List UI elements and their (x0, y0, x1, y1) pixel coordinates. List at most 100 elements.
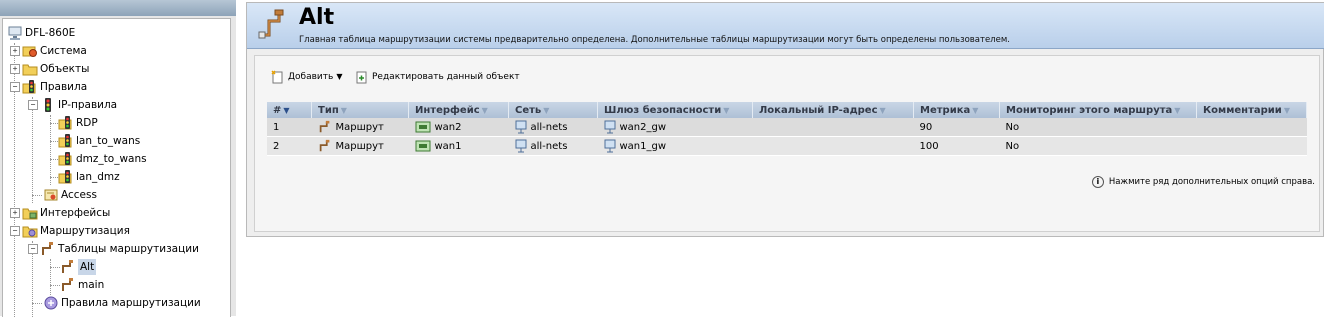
expand-toggle[interactable]: + (10, 64, 20, 74)
cell-gateway-label: wan1_gw (619, 141, 667, 152)
navigation-tree: DFL-860E + Система + Объекты − Правила −… (2, 18, 231, 317)
tree-item-label: Правила маршрутизации (61, 297, 201, 309)
tree-item-rules[interactable]: − Правила (10, 79, 87, 95)
edit-document-icon (356, 71, 367, 84)
tree-item-access[interactable]: Access (43, 187, 97, 203)
column-header-monitor[interactable]: Мониторинг этого маршрута ▼ (999, 102, 1197, 118)
table-row[interactable]: 1 Маршрут wan2 all-nets wan2_gw 90 No (267, 118, 1307, 137)
tree-item-label: Объекты (40, 63, 90, 75)
route-icon (42, 242, 53, 255)
gear-folder-icon (22, 46, 37, 57)
page-title: Alt (299, 5, 335, 30)
info-icon: i (1091, 176, 1104, 188)
new-document-icon (271, 70, 283, 84)
tree-item-alt[interactable]: Alt (60, 259, 97, 275)
column-label: Метрика (920, 104, 971, 116)
collapse-toggle[interactable]: − (28, 100, 38, 110)
cell-type-label: Маршрут (335, 122, 384, 133)
cell-network: all-nets (508, 136, 598, 156)
tree-item-routing-tables[interactable]: − Таблицы маршрутизации (28, 241, 199, 257)
page-header: Alt Главная таблица маршрутизации систем… (247, 3, 1324, 49)
ethernet-port-icon (415, 121, 430, 133)
column-header-gateway[interactable]: Шлюз безопасности ▼ (597, 102, 753, 118)
tree-item-lan-to-wans[interactable]: lan_to_wans (58, 133, 140, 149)
tree-item-rdp[interactable]: RDP (58, 115, 98, 131)
network-object-icon (604, 139, 615, 153)
column-label: Комментарии (1203, 104, 1282, 116)
tree-root-device[interactable]: DFL-860E (7, 25, 75, 41)
route-icon (258, 9, 284, 39)
cell-gateway: wan2_gw (597, 118, 753, 137)
cell-monitor: No (999, 118, 1197, 137)
table-row[interactable]: 2 Маршрут wan1 all-nets wan1_gw 100 No (267, 136, 1307, 156)
tree-item-interfaces[interactable]: + Интерфейсы (10, 205, 110, 221)
main-panel: Добавить ▼ Редактировать данный объект #… (254, 55, 1320, 232)
navigation-panel-titlebar (0, 0, 236, 16)
cell-monitor: No (999, 136, 1197, 156)
sort-icon: ▼ (1174, 105, 1181, 115)
cell-number: 1 (267, 118, 312, 137)
expand-toggle[interactable]: + (10, 208, 20, 218)
tree-item-label: dmz_to_wans (76, 153, 147, 165)
tree-item-objects[interactable]: + Объекты (10, 61, 89, 77)
cell-gateway-label: wan2_gw (619, 122, 667, 133)
cell-comment (1196, 136, 1307, 156)
tree-item-label: IP-правила (58, 99, 118, 111)
tree-item-label: Таблицы маршрутизации (58, 243, 199, 255)
hint-text: Нажмите ряд дополнительных опций справа. (1108, 177, 1315, 187)
add-button[interactable]: Добавить ▼ (271, 69, 342, 85)
tree-item-lan-dmz[interactable]: lan_dmz (58, 169, 120, 185)
route-icon (62, 278, 73, 291)
expand-toggle[interactable]: + (10, 46, 20, 56)
collapse-toggle[interactable]: − (28, 244, 38, 254)
route-icon (62, 260, 73, 273)
collapse-toggle[interactable]: − (10, 226, 20, 236)
routing-folder-icon (22, 226, 38, 238)
column-label: Сеть (515, 104, 542, 116)
tree-item-label: Интерфейсы (40, 207, 111, 219)
sort-icon: ▼ (481, 105, 488, 115)
column-label: Мониторинг этого маршрута (1006, 104, 1173, 116)
cell-comment (1196, 118, 1307, 137)
column-header-comments[interactable]: Комментарии ▼ (1196, 102, 1307, 118)
tree-item-label: lan_to_wans (76, 135, 141, 147)
collapse-toggle[interactable]: − (10, 82, 20, 92)
tree-item-routing[interactable]: − Маршрутизация (10, 223, 130, 239)
sort-icon: ▼ (723, 105, 730, 115)
certificate-icon (44, 189, 58, 201)
cell-number: 2 (267, 136, 312, 156)
cell-interface-label: wan1 (434, 141, 462, 152)
route-icon (319, 120, 329, 133)
traffic-light-folder-icon (58, 134, 72, 148)
tree-item-system[interactable]: + Система (10, 43, 87, 59)
cell-gateway: wan1_gw (597, 136, 753, 156)
edit-object-button[interactable]: Редактировать данный объект (355, 69, 520, 85)
tree-item-dmz-to-wans[interactable]: dmz_to_wans (58, 151, 147, 167)
sort-icon: ▼ (1283, 105, 1290, 115)
tree-item-label: lan_dmz (76, 171, 120, 183)
tree-item-main[interactable]: main (60, 277, 104, 293)
column-header-number[interactable]: # ▼ (267, 102, 312, 118)
sort-icon: ▼ (972, 105, 979, 115)
tree-item-routing-rules[interactable]: Правила маршрутизации (43, 295, 201, 311)
column-label: Локальный IP-адрес (759, 104, 878, 116)
column-header-interface[interactable]: Интерфейс ▼ (408, 102, 509, 118)
column-header-local-ip[interactable]: Локальный IP-адрес ▼ (752, 102, 914, 118)
network-object-icon (515, 139, 526, 153)
column-header-metric[interactable]: Метрика ▼ (913, 102, 1000, 118)
cell-network: all-nets (508, 118, 598, 137)
cell-type: Маршрут (311, 136, 409, 156)
content-area: Alt Главная таблица маршрутизации систем… (246, 2, 1324, 237)
tree-item-label: Alt (78, 259, 97, 275)
cell-interface: wan2 (408, 118, 509, 137)
tree-item-ip-rules[interactable]: − IP-правила (28, 97, 117, 113)
tree-item-label: Access (61, 189, 97, 201)
tree-item-label: main (78, 279, 105, 291)
routes-table: # ▼ Тип ▼ Интерфейс ▼ Сеть ▼ Шлюз безопаснос… (267, 102, 1307, 156)
navigation-panel: DFL-860E + Система + Объекты − Правила −… (0, 0, 236, 317)
tree-item-label: Маршрутизация (40, 225, 130, 237)
cell-local-ip (752, 136, 914, 156)
column-header-network[interactable]: Сеть ▼ (508, 102, 598, 118)
add-button-label: Добавить (288, 72, 334, 82)
column-header-type[interactable]: Тип ▼ (311, 102, 409, 118)
